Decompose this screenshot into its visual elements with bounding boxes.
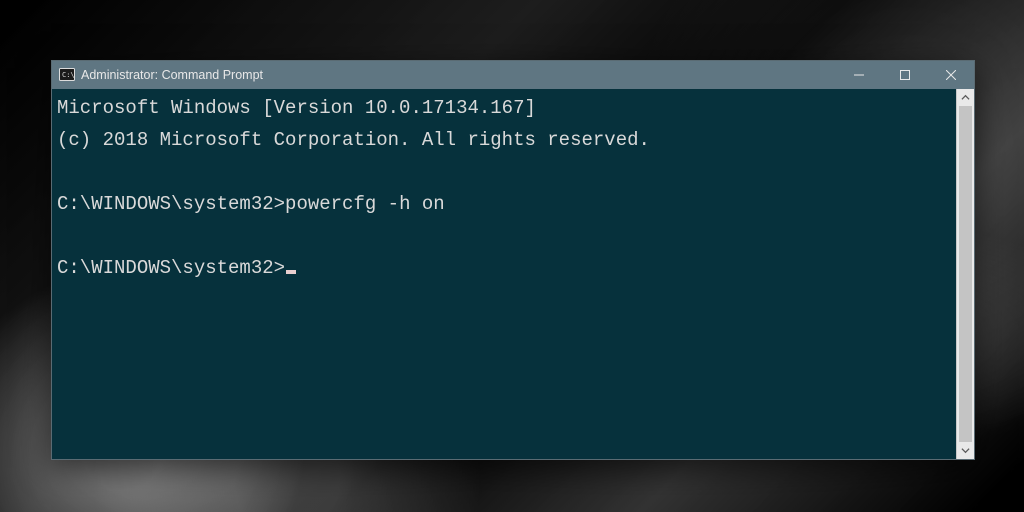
maximize-button[interactable] [882, 61, 928, 89]
console-output[interactable]: Microsoft Windows [Version 10.0.17134.16… [52, 89, 956, 459]
version-line: Microsoft Windows [Version 10.0.17134.16… [57, 97, 536, 119]
prompt-path: C:\WINDOWS\system32> [57, 193, 285, 215]
scrollbar-track[interactable] [957, 106, 974, 442]
scroll-down-button[interactable] [957, 442, 974, 459]
copyright-line: (c) 2018 Microsoft Corporation. All righ… [57, 129, 650, 151]
titlebar[interactable]: C:\ Administrator: Command Prompt [52, 61, 974, 89]
scrollbar-thumb[interactable] [959, 106, 972, 442]
text-cursor [286, 270, 296, 274]
vertical-scrollbar[interactable] [956, 89, 974, 459]
entered-command: powercfg -h on [285, 193, 445, 215]
svg-text:C:\: C:\ [62, 71, 75, 79]
prompt-path: C:\WINDOWS\system32> [57, 257, 285, 279]
command-prompt-window: C:\ Administrator: Command Prompt Micros… [51, 60, 975, 460]
client-area: Microsoft Windows [Version 10.0.17134.16… [52, 89, 974, 459]
minimize-button[interactable] [836, 61, 882, 89]
command-prompt-icon: C:\ [59, 67, 75, 83]
close-button[interactable] [928, 61, 974, 89]
scroll-up-button[interactable] [957, 89, 974, 106]
window-title: Administrator: Command Prompt [81, 68, 263, 82]
